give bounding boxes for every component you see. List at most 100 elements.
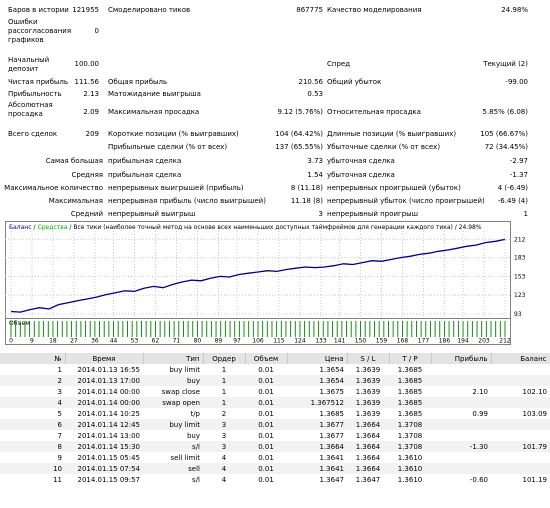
x-tick-label: 141 [334, 338, 346, 345]
x-tick-label: 27 [70, 338, 78, 345]
table-cell: 102.10 [522, 387, 548, 396]
gross-profit-label: Общая прибыль [108, 78, 168, 86]
chart-header-balance: Баланс [9, 224, 32, 231]
avg-cons-losses-label: непрерывный проигрыш [327, 210, 419, 218]
loss-trades-value: 72 (34.45%) [484, 143, 528, 151]
table-cell: buy [143, 375, 203, 386]
table-cell: buy limit [169, 365, 200, 374]
table-row[interactable]: 5 2014.01.14 10:25 t/p 2 0.01 1.3685 1.3639 1.3… [0, 408, 550, 419]
ticks-label: Смоделировано тиков [108, 6, 191, 14]
rel-drawdown-value: 5.85% (6.08) [482, 108, 528, 116]
table-cell: 0.01 [245, 463, 287, 474]
expected-payoff-value: 0.53 [307, 90, 323, 98]
max-cons-loss-value: -6.49 (4) [497, 197, 528, 205]
table-cell: 1 [203, 397, 245, 408]
column-header[interactable]: Цена [287, 353, 348, 364]
table-cell: 0.01 [258, 453, 274, 462]
x-tick-label: 168 [397, 338, 409, 345]
x-tick-label: 186 [439, 338, 451, 345]
table-cell: 2 [221, 409, 227, 418]
table-cell: 1 [221, 365, 227, 374]
abs-drawdown-label: Абсолютная просадка [8, 101, 53, 118]
x-tick-label: 9 [30, 338, 34, 345]
y-tick-label: 212 [514, 236, 526, 243]
table-cell: 1.3685 [389, 375, 431, 386]
table-cell: 0.01 [258, 431, 274, 440]
table-row[interactable]: 11 2014.01.15 09:57 s/l 4 0.01 1.3647 1.3647 1.… [0, 474, 550, 485]
table-cell: 2014.01.14 13:00 [77, 431, 140, 440]
table-row[interactable]: 4 2014.01.14 00:00 swap open 1 0.01 1.367512 1… [0, 397, 550, 408]
table-cell: 1.3647 [355, 475, 381, 484]
max-drawdown-value: 9.12 (5.76%) [277, 108, 323, 116]
abs-drawdown-value: 2.09 [83, 108, 99, 116]
table-cell: 2014.01.15 09:57 [77, 475, 140, 484]
table-cell: 9 [57, 453, 62, 462]
largest-loss-value: -2.97 [509, 157, 528, 165]
column-header[interactable]: Тип [143, 353, 204, 364]
table-cell: 0.99 [472, 409, 488, 418]
y-tick-label: 123 [514, 292, 526, 299]
table-cell: sell limit [170, 453, 200, 462]
table-row[interactable]: 6 2014.01.14 12:45 buy limit 3 0.01 1.3677 1.3… [0, 419, 550, 430]
table-row[interactable]: 3 2014.01.14 00:00 swap close 1 0.01 1.3675 1.… [0, 386, 550, 397]
table-cell [431, 419, 491, 430]
table-row[interactable]: 9 2014.01.15 05:45 sell limit 4 0.01 1.3641 1.… [0, 452, 550, 463]
table-cell [491, 397, 550, 408]
y-tick-label: 183 [514, 255, 526, 262]
max-cons-loss-label: непрерывный убыток (число проигрышей) [327, 197, 485, 205]
y-tick-label: 153 [514, 273, 526, 280]
balance-chart-svg: Баланс / Средства / Все тики (наиболее точн… [5, 221, 526, 345]
table-cell [491, 430, 550, 441]
x-tick-label: 115 [273, 338, 285, 345]
table-cell: 2014.01.15 07:54 [65, 463, 143, 474]
x-tick-label: 71 [173, 338, 181, 345]
average-label: Средняя [71, 171, 103, 179]
table-cell: 0.01 [258, 387, 274, 396]
table-row[interactable]: 2 2014.01.13 17:00 buy 1 0.01 1.3654 1.3639 1.3… [0, 375, 550, 386]
column-header[interactable]: Прибыль [431, 353, 492, 364]
table-cell [491, 375, 550, 386]
table-row[interactable]: 10 2014.01.15 07:54 sell 4 0.01 1.3641 1.3664 1… [0, 463, 550, 474]
volume-label: Объем [9, 320, 30, 327]
table-cell: 1 [203, 375, 245, 386]
table-cell: 2014.01.15 05:45 [77, 453, 140, 462]
table-cell [491, 419, 550, 430]
table-cell: 0.01 [258, 475, 274, 484]
largest-label: Самая большая [45, 157, 103, 165]
largest-loss-label: убыточная сделка [327, 157, 395, 165]
x-tick-label: 97 [233, 338, 241, 345]
table-cell: 1.3664 [287, 441, 347, 452]
x-tick-label: 133 [315, 338, 327, 345]
table-row[interactable]: 8 2014.01.14 15:30 s/l 3 0.01 1.3664 1.3664 1.3… [0, 441, 550, 452]
max-cons-profit-value: 11.18 (8) [290, 197, 323, 205]
table-row[interactable]: 1 2014.01.13 16:55 buy limit 1 0.01 1.3654 1.3… [0, 364, 550, 375]
column-header[interactable]: Время [65, 353, 144, 364]
column-header[interactable]: № [0, 353, 66, 364]
table-cell: 2 [0, 375, 65, 386]
table-cell: 3 [203, 441, 245, 452]
column-header[interactable]: Ордер [203, 353, 246, 364]
table-cell: 1.3664 [355, 453, 381, 462]
table-cell: buy limit [143, 419, 203, 430]
table-row[interactable]: 7 2014.01.14 13:00 buy 3 0.01 1.3677 1.3664 1.3… [0, 430, 550, 441]
table-cell: 2014.01.13 17:00 [65, 375, 143, 386]
table-cell: t/p [190, 409, 200, 418]
column-header[interactable]: Объем [245, 353, 288, 364]
column-header[interactable]: T / P [389, 353, 432, 364]
table-cell: 0.01 [245, 419, 287, 430]
table-cell: 7 [57, 431, 62, 440]
ticks-value: 867775 [296, 6, 323, 14]
table-cell: 101.19 [522, 475, 548, 484]
errors-label: Ошибки рассогласования графиков [8, 18, 72, 44]
column-header[interactable]: S / L [347, 353, 390, 364]
maximal-label: Максимальная [48, 197, 103, 205]
column-header[interactable]: Баланс [491, 353, 550, 364]
table-cell: 2014.01.14 00:00 [77, 387, 140, 396]
table-cell: 11 [53, 475, 62, 484]
largest-profit-value: 3.73 [307, 157, 323, 165]
x-tick-label: 53 [131, 338, 139, 345]
table-cell: 4 [221, 475, 227, 484]
gross-loss-label: Общий убыток [327, 78, 382, 86]
table-cell: 1.3677 [319, 431, 345, 440]
chart-header-rest: / Все тики (наиболее точный метод на осн… [69, 224, 481, 231]
